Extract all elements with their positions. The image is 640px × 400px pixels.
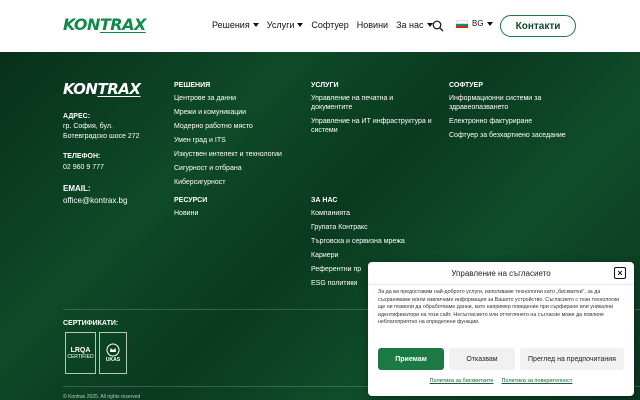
cookie-policy-link[interactable]: Политика за бисквитките [430,378,494,384]
preferences-button[interactable]: Преглед на предпочитания [520,348,624,370]
lrqa-cert-badge: LRQA CERTIFIED [65,332,96,374]
footer-link[interactable]: Групата Контракс [311,223,436,232]
logo-part-b: TRAX [99,15,146,34]
cert-text: LRQA [70,346,91,354]
address-label: АДРЕС: [63,113,91,120]
modal-divider [368,284,634,285]
language-code: BG [472,19,484,28]
phone-link[interactable]: 02 960 9 777 [63,162,104,173]
footer-link[interactable]: Управление на ИТ инфраструктура и систем… [311,117,436,135]
column-heading: УСЛУГИ [311,82,339,89]
privacy-policy-link[interactable]: Политика за поверителност [501,378,572,384]
copyright-text: © Kontrax 2025. All rights reserved [63,394,141,400]
certificates-label: СЕРТИФИКАТИ: [63,320,119,327]
footer-link[interactable]: Новини [174,209,294,218]
footer-logo[interactable]: KONTRAX [63,80,141,98]
footer-link[interactable]: Сигурност и отбрана [174,164,304,173]
solutions-column: РЕШЕНИЯ Центрове за данни Мрежи и комуни… [174,82,304,192]
footer-link[interactable]: Модерно работно място [174,122,304,131]
close-icon[interactable]: × [614,267,626,279]
kontrax-logo[interactable]: KONTRAX [63,15,146,34]
contacts-button[interactable]: Контакти [500,15,576,37]
footer-link[interactable]: Мрежи и комуникации [174,108,304,117]
footer-link[interactable]: Киберсигурност [174,178,304,187]
crown-icon [106,343,120,357]
column-heading: РЕШЕНИЯ [174,82,211,89]
footer-link[interactable]: Информационни системи за здравеопазванет… [449,94,584,112]
footer-link[interactable]: Изкуствен интелект и технологии [174,150,304,159]
footer-link[interactable]: Умен град и ITS [174,136,304,145]
email-link[interactable]: office@kontrax.bg [63,195,127,207]
footer-link[interactable]: Управление на печатна и документите [311,94,436,112]
address-block: АДРЕС: гр. София, бул. Ботевградско шосе… [63,112,140,142]
search-icon[interactable] [432,20,444,32]
main-nav: Решения Услуги Софтуер Новини За нас [212,20,441,30]
deny-button[interactable]: Отказвам [449,348,515,370]
cookie-consent-modal: Управление на съгласието × За да ви пред… [368,262,634,396]
chevron-down-icon [252,23,259,27]
language-selector[interactable]: BG [456,19,493,28]
nav-item-services[interactable]: Услуги [267,20,304,30]
ukas-cert-badge: UKAS [99,332,127,374]
footer-link[interactable]: Кариери [311,251,436,260]
footer-link[interactable]: Компанията [311,209,436,218]
cert-text: UKAS [105,357,121,363]
cert-text: CERTIFIED [67,353,94,360]
email-block: EMAIL: office@kontrax.bg [63,183,127,207]
nav-item-software[interactable]: Софтуер [311,20,348,30]
address-line: гр. София, бул. [63,123,113,130]
bulgaria-flag-icon [456,19,468,28]
policy-links: Политика за бисквитките Политика за пове… [368,378,634,384]
chevron-down-icon [297,23,304,27]
nav-item-solutions[interactable]: Решения [212,20,259,30]
footer-link[interactable]: Електронно фактуриране [449,117,584,126]
column-heading: РЕСУРСИ [174,197,208,204]
logo-part-a: KON [63,80,98,98]
nav-item-news[interactable]: Новини [357,20,388,30]
phone-label: ТЕЛЕФОН: [63,153,101,160]
services-column: УСЛУГИ Управление на печатна и документи… [311,82,436,140]
logo-part-b: TRAX [97,80,141,98]
chevron-down-icon [486,21,493,26]
column-heading: ЗА НАС [311,197,338,204]
resources-column: РЕСУРСИ Новини [174,197,294,223]
email-label: EMAIL: [63,184,91,193]
software-column: СОФТУЕР Информационни системи за здравео… [449,82,584,145]
nav-item-about[interactable]: За нас [396,20,433,30]
column-heading: СОФТУЕР [449,82,484,89]
footer-link[interactable]: Центрове за данни [174,94,304,103]
accept-button[interactable]: Приемам [378,348,444,370]
footer-link[interactable]: Търговска и сервизна мрежа [311,237,436,246]
address-line: Ботевградско шосе 272 [63,133,140,140]
modal-title: Управление на съгласието [451,269,551,278]
logo-part-a: KON [63,15,100,34]
consent-text: За да ви предоставим най-доброто услуги,… [378,289,620,325]
phone-block: ТЕЛЕФОН: 02 960 9 777 [63,151,104,173]
site-header: KONTRAX Решения Услуги Софтуер Новини За… [0,0,640,52]
footer-link[interactable]: Софтуер за безхартиено заседание [449,131,584,140]
